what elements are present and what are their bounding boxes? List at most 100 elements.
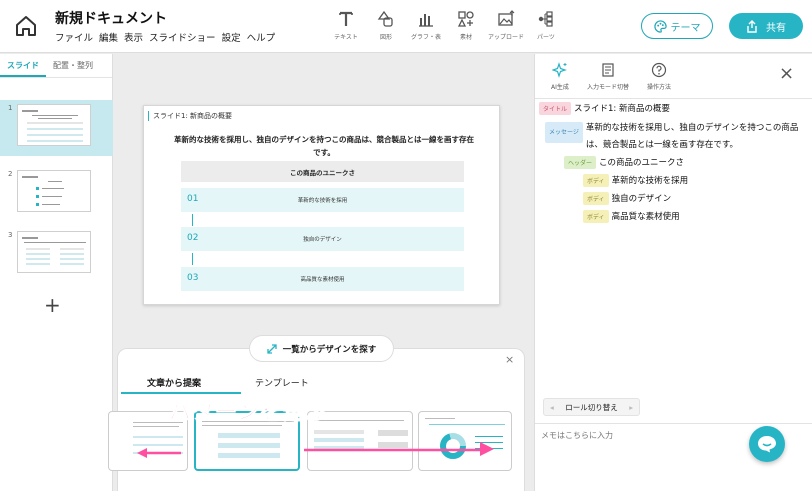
chat-icon — [758, 436, 776, 453]
menu-view[interactable]: 表示 — [124, 30, 143, 44]
role-tag-message[interactable]: メッセージ — [545, 122, 583, 143]
palette-icon — [653, 19, 667, 33]
role-switch-label: ロール切り替え — [565, 402, 618, 412]
add-slide-button[interactable]: + — [44, 293, 61, 317]
slide-number: 1 — [8, 104, 13, 112]
role-tag-body[interactable]: ボディ — [583, 210, 609, 223]
slide-number: 2 — [8, 170, 13, 178]
insert-toolbar: テキスト 図形 グラフ・表 素材 アップロード パーツ — [326, 10, 566, 41]
tool-chart[interactable]: グラフ・表 — [406, 10, 446, 41]
slide-canvas[interactable]: スライド1: 新商品の概要 革新的な技術を採用し、独自のデザインを持つこの商品は… — [143, 105, 500, 305]
tool-parts-label: パーツ — [537, 34, 555, 41]
menu-edit[interactable]: 編集 — [99, 30, 118, 44]
ai-generate-label: AI生成 — [551, 84, 569, 91]
document-title[interactable]: 新規ドキュメント — [55, 8, 167, 28]
item-text: 高品質な素材使用 — [300, 277, 345, 283]
tab-arrange[interactable]: 配置・整列 — [46, 54, 100, 77]
theme-button-label: テーマ — [670, 22, 701, 34]
choose-pattern-annotation: パターンを選ぶ — [169, 400, 329, 426]
input-mode-label: 入力モード切替 — [587, 84, 630, 91]
menu-settings[interactable]: 設定 — [222, 30, 241, 44]
outline-row-body-1[interactable]: ボディ 革新的な技術を採用 — [583, 174, 688, 187]
tool-text-label: テキスト — [334, 34, 358, 41]
left-panel-tabs: スライド 配置・整列 — [0, 54, 112, 78]
ai-generate-button[interactable]: AI生成 — [551, 62, 569, 91]
role-tag-header[interactable]: ヘッダー — [564, 156, 597, 169]
chat-support-button[interactable] — [749, 426, 785, 462]
slide-thumbnail-row-3[interactable]: 3 — [0, 227, 113, 283]
upload-icon — [498, 10, 515, 26]
role-tag-body[interactable]: ボディ — [583, 192, 609, 205]
memo-input[interactable] — [541, 431, 741, 440]
slide-item-3[interactable]: 03 高品質な素材使用 — [181, 267, 464, 291]
slide-thumbnail-row-2[interactable]: 2 — [0, 166, 113, 222]
input-mode-toggle-button[interactable]: 入力モード切替 — [587, 62, 629, 91]
tool-materials-label: 素材 — [459, 34, 472, 41]
role-switch-button[interactable]: ◂ ロール切り替え ▸ — [543, 398, 640, 416]
browse-designs-button[interactable]: 一覧からデザインを探す — [249, 335, 394, 362]
slide-thumbnail[interactable] — [17, 170, 91, 212]
outline-panel-close-icon[interactable]: × — [779, 63, 794, 84]
menu-file[interactable]: ファイル — [55, 30, 93, 44]
tool-chart-label: グラフ・表 — [410, 34, 441, 41]
outline-text[interactable]: スライド1: 新商品の概要 — [574, 102, 670, 114]
home-icon[interactable] — [12, 12, 40, 40]
slide-title[interactable]: スライド1: 新商品の概要 — [148, 111, 232, 121]
share-button[interactable]: 共有 — [729, 13, 803, 39]
scroll-right-arrow-icon — [304, 442, 494, 456]
help-label: 操作方法 — [647, 84, 672, 91]
tab-templates[interactable]: テンプレート — [255, 376, 309, 389]
role-tag-body[interactable]: ボディ — [583, 174, 609, 187]
item-text: 独自のデザイン — [303, 237, 342, 243]
tool-upload-label: アップロード — [487, 34, 524, 41]
outline-text[interactable]: 革新的な技術を採用 — [612, 174, 689, 186]
top-header: 新規ドキュメント ファイル 編集 表示 スライドショー 設定 ヘルプ テキスト … — [0, 0, 812, 53]
menu-bar: ファイル 編集 表示 スライドショー 設定 ヘルプ — [55, 30, 275, 44]
materials-icon — [457, 11, 474, 27]
chevron-right-icon[interactable]: ▸ — [629, 403, 633, 412]
connector-arrow — [192, 253, 193, 265]
outline-row-header[interactable]: ヘッダー この商品のユニークさ — [564, 156, 684, 169]
tool-shapes[interactable]: 図形 — [366, 10, 406, 41]
outline-tree: タイトル スライド1: 新商品の概要 メッセージ 革新的な技術を採用し、独自のデ… — [535, 98, 812, 223]
text-icon — [339, 11, 353, 26]
outline-row-body-3[interactable]: ボディ 高品質な素材使用 — [583, 210, 680, 223]
chevron-left-icon[interactable]: ◂ — [550, 403, 554, 412]
tool-parts[interactable]: パーツ — [526, 10, 566, 41]
slide-list-panel: スライド 配置・整列 1 2 3 + — [0, 54, 113, 491]
slide-thumbnail-row-1[interactable]: 1 — [0, 100, 113, 156]
slide-header[interactable]: この商品のユニークさ — [181, 161, 464, 182]
expand-icon — [267, 343, 277, 354]
slide-item-2[interactable]: 02 独自のデザイン — [181, 227, 464, 251]
theme-button[interactable]: テーマ — [641, 13, 713, 39]
menu-help[interactable]: ヘルプ — [247, 30, 276, 44]
role-tag-title[interactable]: タイトル — [539, 102, 572, 115]
share-button-label: 共有 — [766, 22, 786, 34]
tool-text[interactable]: テキスト — [326, 10, 366, 41]
tab-slides[interactable]: スライド — [0, 54, 46, 77]
tab-suggest-from-text[interactable]: 文章から提案 — [147, 376, 201, 389]
outline-row-message[interactable]: メッセージ 革新的な技術を採用し、独自のデザインを持つこの商品は、競合製品とは一… — [545, 120, 807, 154]
outline-text[interactable]: 革新的な技術を採用し、独自のデザインを持つこの商品は、競合製品とは一線を画す存在… — [586, 120, 807, 154]
outline-text[interactable]: この商品のユニークさ — [599, 156, 684, 168]
help-button[interactable]: 操作方法 — [647, 62, 671, 91]
slide-message[interactable]: 革新的な技術を採用し、独自のデザインを持つこの商品は、競合製品とは一線を画す存在… — [174, 133, 474, 159]
share-icon — [747, 19, 757, 33]
tool-shapes-label: 図形 — [379, 34, 392, 41]
connector-arrow — [192, 214, 193, 226]
slide-thumbnail[interactable] — [17, 231, 91, 273]
design-panel-close-icon[interactable]: × — [505, 353, 514, 366]
shapes-icon — [377, 10, 393, 27]
outline-row-title[interactable]: タイトル スライド1: 新商品の概要 — [539, 102, 670, 115]
tool-materials[interactable]: 素材 — [446, 10, 486, 41]
outline-row-body-2[interactable]: ボディ 独自のデザイン — [583, 192, 671, 205]
tool-upload[interactable]: アップロード — [486, 10, 526, 41]
chart-icon — [419, 14, 433, 27]
slide-thumbnail[interactable] — [17, 104, 91, 146]
outline-text[interactable]: 独自のデザイン — [612, 192, 672, 204]
browse-designs-label: 一覧からデザインを探す — [282, 344, 377, 355]
menu-slideshow[interactable]: スライドショー — [149, 30, 216, 44]
ai-sparkle-icon — [551, 62, 567, 78]
outline-text[interactable]: 高品質な素材使用 — [612, 210, 680, 222]
slide-item-1[interactable]: 01 革新的な技術を採用 — [181, 188, 464, 212]
